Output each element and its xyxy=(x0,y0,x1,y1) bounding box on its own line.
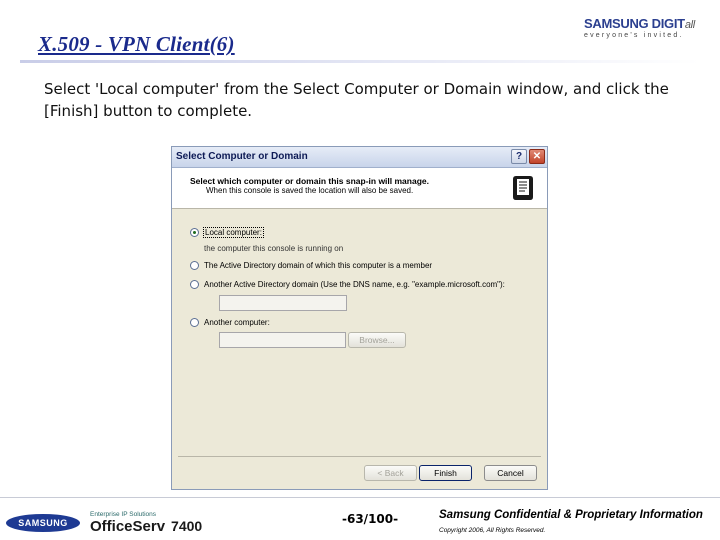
certificate-scroll-icon xyxy=(507,172,539,204)
dialog-titlebar[interactable]: Select Computer or Domain ? ✕ xyxy=(172,147,547,168)
back-button[interactable]: < Back xyxy=(364,465,417,481)
select-computer-dialog: Select Computer or Domain ? ✕ Select whi… xyxy=(171,146,548,490)
radio-another-computer[interactable] xyxy=(190,318,199,327)
close-button[interactable]: ✕ xyxy=(529,149,545,164)
brand-name: SAMSUNG DIGIT xyxy=(584,16,685,31)
dialog-separator xyxy=(178,456,541,457)
ad-domain-input[interactable] xyxy=(219,295,347,311)
title-rule xyxy=(20,60,700,63)
product-name-b: Serv xyxy=(132,518,166,535)
confidential-notice: Samsung Confidential & Proprietary Infor… xyxy=(439,509,703,521)
product-number: 7400 xyxy=(171,518,203,534)
samsung-digitall-logo: SAMSUNG DIGITall everyone's invited. xyxy=(584,16,706,46)
samsung-logo: SAMSUNG xyxy=(6,514,80,532)
local-computer-description: the computer this console is running on xyxy=(204,244,344,253)
help-button[interactable]: ? xyxy=(511,149,527,164)
instruction-text: Select 'Local computer' from the Select … xyxy=(44,80,669,120)
local-computer-label[interactable]: Local computer: xyxy=(203,227,264,238)
page-number: -63/100- xyxy=(342,512,399,526)
header-instruction: Select which computer or domain this sna… xyxy=(190,176,429,186)
cancel-button[interactable]: Cancel xyxy=(484,465,537,481)
copyright-notice: Copyright 2006, All Rights Reserved. xyxy=(439,527,546,534)
radio-local-computer[interactable] xyxy=(190,228,199,237)
finish-button[interactable]: Finish xyxy=(419,465,472,481)
computer-name-input[interactable] xyxy=(219,332,346,348)
slide-title: X.509 - VPN Client(6) xyxy=(38,32,235,56)
radio-another-ad-domain[interactable] xyxy=(190,280,199,289)
header-subtext: When this console is saved the location … xyxy=(206,186,414,195)
another-ad-domain-label[interactable]: Another Active Directory domain (Use the… xyxy=(204,280,505,289)
dialog-header: Select which computer or domain this sna… xyxy=(172,168,547,209)
footer-tagline: Enterprise IP Solutions xyxy=(90,511,156,518)
browse-button[interactable]: Browse... xyxy=(348,332,406,348)
officeserv-logo: OfficeServ 7400 xyxy=(90,518,202,535)
dialog-title: Select Computer or Domain xyxy=(176,151,308,162)
product-name-a: Office xyxy=(90,518,133,535)
brand-tagline: everyone's invited. xyxy=(584,32,684,39)
brand-suffix: all xyxy=(684,19,695,31)
footer-rule xyxy=(0,497,720,498)
radio-ad-domain-member[interactable] xyxy=(190,261,199,270)
another-computer-label[interactable]: Another computer: xyxy=(204,318,270,327)
ad-domain-member-label[interactable]: The Active Directory domain of which thi… xyxy=(204,261,432,270)
